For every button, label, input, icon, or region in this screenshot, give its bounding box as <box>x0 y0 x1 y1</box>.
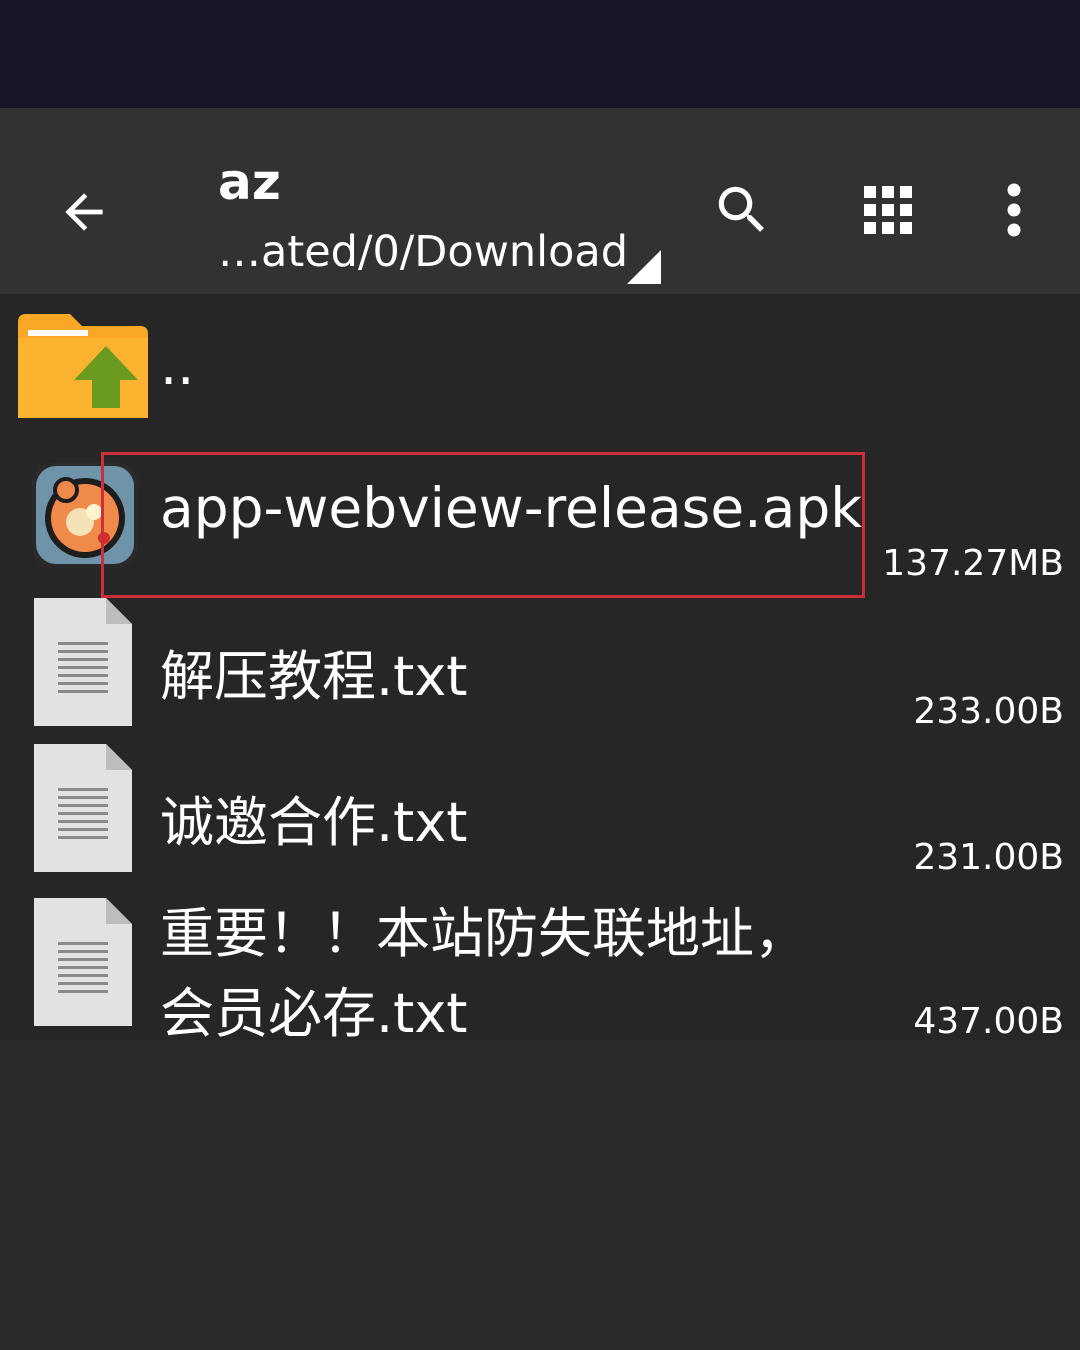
app-package-icon <box>32 462 138 568</box>
arrow-back-icon <box>65 193 103 231</box>
back-button[interactable] <box>44 172 124 252</box>
file-row-parent-directory[interactable]: .. <box>0 294 1080 444</box>
folder-up-icon <box>18 314 148 418</box>
file-row-txt[interactable]: 解压教程.txt 233.00B <box>0 598 1080 734</box>
folder-title: az <box>218 153 281 211</box>
file-size: 231.00B <box>913 837 1064 878</box>
file-name-line: 会员必存.txt <box>160 982 468 1045</box>
grid-view-button[interactable] <box>848 170 928 250</box>
path-dropdown-triangle-icon[interactable] <box>627 250 661 284</box>
search-button[interactable] <box>702 170 782 250</box>
grid-view-icon <box>864 186 912 234</box>
file-name: 诚邀合作.txt <box>160 791 468 854</box>
text-file-icon <box>34 898 132 1026</box>
file-size: 233.00B <box>913 691 1064 732</box>
file-name: 解压教程.txt <box>160 645 468 708</box>
file-name: .. <box>160 334 195 397</box>
status-bar <box>0 0 1080 108</box>
toolbar: az …ated/0/Download <box>0 108 1080 294</box>
file-row-txt[interactable]: 重要！！本站防失联地址， 会员必存.txt 437.00B <box>0 896 1080 1045</box>
file-name: app-webview-release.apk <box>160 476 863 540</box>
file-size: 137.27MB <box>882 543 1064 584</box>
folder-path[interactable]: …ated/0/Download <box>218 224 628 280</box>
more-options-button[interactable] <box>974 170 1054 250</box>
more-vert-icon <box>1007 183 1021 237</box>
file-size: 437.00B <box>913 1001 1064 1042</box>
file-name: 重要！！本站防失联地址， 会员必存.txt <box>160 894 808 1054</box>
file-row-apk[interactable]: app-webview-release.apk 137.27MB <box>0 450 1080 598</box>
search-icon <box>718 186 764 232</box>
text-file-icon <box>34 598 132 726</box>
file-row-txt[interactable]: 诚邀合作.txt 231.00B <box>0 744 1080 880</box>
text-file-icon <box>34 744 132 872</box>
file-name-line: 重要！！本站防失联地址， <box>160 902 808 965</box>
